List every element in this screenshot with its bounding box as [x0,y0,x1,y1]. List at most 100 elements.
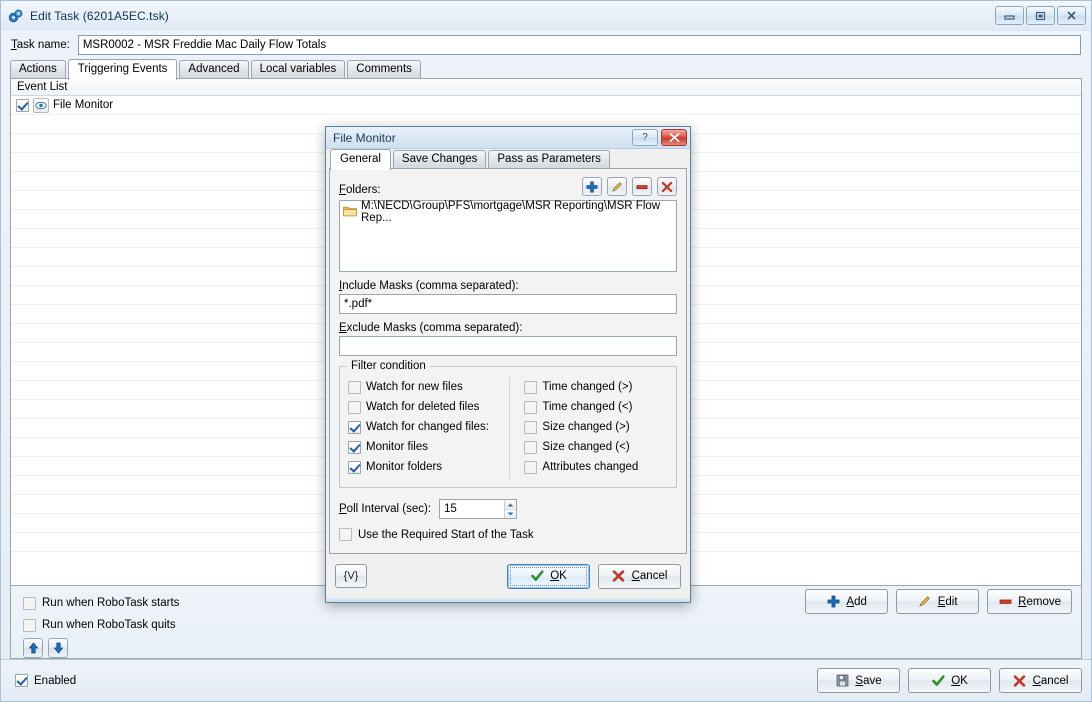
arrow-up-icon[interactable] [23,638,43,658]
filter-watch-deleted-files[interactable]: Watch for deleted files [348,397,509,417]
event-list-header: Event List [11,79,1081,96]
dialog-tab-general[interactable]: General [330,149,391,170]
time-changed-gt-checkbox[interactable] [524,380,538,394]
dialog-ok-label: OK [550,570,567,582]
run-when-quits-checkbox[interactable] [23,618,36,632]
arrow-down-icon[interactable] [48,638,68,658]
poll-interval-stepper[interactable] [439,499,518,519]
filter-attributes-changed[interactable]: Attributes changed [524,457,668,477]
window-title: Edit Task (6201A5EC.tsk) [30,9,169,23]
dialog-tab-save-changes[interactable]: Save Changes [392,150,487,168]
required-start-row[interactable]: Use the Required Start of the Task [339,528,677,541]
event-enabled-checkbox[interactable] [16,98,29,112]
include-masks-label: Include Masks (comma separated): [339,280,519,292]
add-button-label: Add [846,595,867,608]
cross-icon [612,569,626,583]
poll-interval-input[interactable] [440,500,504,518]
dialog-title: File Monitor [333,130,396,145]
size-changed-gt-checkbox[interactable] [524,420,538,434]
enabled-row[interactable]: Enabled [15,674,76,687]
remove-button[interactable]: Remove [987,589,1072,614]
dialog-tab-pass-as-parameters[interactable]: Pass as Parameters [488,150,610,168]
required-start-checkbox[interactable] [339,528,352,541]
enabled-checkbox[interactable] [15,674,28,687]
poll-interval-arrows [503,500,517,518]
save-button-label: Save [855,674,882,687]
filter-time-changed-lt[interactable]: Time changed (<) [524,397,668,417]
edit-button[interactable]: Edit [896,589,980,614]
remove-button-label: Remove [1018,595,1061,608]
add-button[interactable]: Add [805,589,889,614]
filter-size-changed-gt[interactable]: Size changed (>) [524,417,668,437]
watch-new-files-checkbox[interactable] [348,380,361,394]
save-button[interactable]: Save [817,668,900,693]
help-icon[interactable]: ? [632,129,658,146]
cancel-button[interactable]: Cancel [999,668,1082,693]
dialog-ok-button[interactable]: OK [507,563,590,589]
cancel-button-label: Cancel [1032,674,1069,687]
filter-monitor-folders[interactable]: Monitor folders [348,457,509,477]
monitor-folders-label: Monitor folders [366,461,443,473]
tab-actions[interactable]: Actions [10,60,66,78]
ok-button[interactable]: OK [908,668,991,693]
task-name-row: Task name: [1,31,1091,59]
tab-advanced[interactable]: Advanced [179,60,249,78]
run-when-starts-checkbox[interactable] [23,596,36,610]
monitor-files-checkbox[interactable] [348,440,361,454]
dialog-general-panel: Folders: M:\NECD\Group\PFS\mortgage\MSR … [329,168,687,554]
poll-decrement-icon[interactable] [504,509,517,518]
time-changed-lt-checkbox[interactable] [524,400,538,414]
include-masks-input[interactable] [339,294,677,314]
watch-changed-files-checkbox[interactable] [348,420,361,434]
filter-condition-group: Filter condition Watch for new files Wat… [339,360,677,488]
filter-monitor-files[interactable]: Monitor files [348,437,509,457]
edit-button-label: Edit [937,595,958,608]
cross-icon [1013,674,1027,688]
dialog-cancel-button[interactable]: Cancel [598,563,681,589]
filter-right-column: Time changed (>) Time changed (<) Size c… [509,377,668,479]
window-controls [995,6,1086,25]
filter-left-column: Watch for new files Watch for deleted fi… [348,377,509,479]
tab-comments[interactable]: Comments [347,60,421,78]
size-changed-lt-checkbox[interactable] [524,440,538,454]
tab-triggering-events[interactable]: Triggering Events [67,59,178,80]
folder-path: M:\NECD\Group\PFS\mortgage\MSR Reporting… [361,200,661,224]
watch-deleted-files-checkbox[interactable] [348,400,361,414]
check-icon [931,674,945,688]
folder-icon [343,205,357,220]
event-action-buttons: Add Edit Remove [805,589,1072,614]
exclude-masks-input[interactable] [339,336,677,356]
filter-size-changed-lt[interactable]: Size changed (<) [524,437,668,457]
filter-watch-new-files[interactable]: Watch for new files [348,377,509,397]
tab-local-variables[interactable]: Local variables [250,60,346,78]
minus-icon [998,595,1012,609]
time-changed-gt-label: Time changed (>) [542,381,633,393]
minimize-icon[interactable] [995,6,1024,25]
task-name-input[interactable] [77,35,1081,55]
size-changed-gt-label: Size changed (>) [542,421,630,433]
filter-time-changed-gt[interactable]: Time changed (>) [524,377,668,397]
remove-folder-button[interactable] [632,177,652,196]
edit-folder-button[interactable] [607,177,627,196]
folders-listbox[interactable]: M:\NECD\Group\PFS\mortgage\MSR Reporting… [339,200,677,272]
filter-watch-changed-files[interactable]: Watch for changed files: [348,417,509,437]
main-tabstrip: Actions Triggering Events Advanced Local… [1,59,1091,80]
dialog-tabstrip: General Save Changes Pass as Parameters [326,149,690,170]
restore-icon[interactable] [1026,6,1055,25]
watch-new-files-label: Watch for new files [366,381,463,393]
run-when-starts-label: Run when RoboTask starts [42,597,180,609]
run-when-quits-row[interactable]: Run when RoboTask quits [23,614,1081,636]
dialog-footer: {V} OK Cancel [326,554,690,598]
title-bar: Edit Task (6201A5EC.tsk) [1,1,1091,31]
add-folder-button[interactable] [582,177,602,196]
poll-increment-icon[interactable] [504,500,517,509]
monitor-folders-checkbox[interactable] [348,460,361,474]
close-icon[interactable] [1057,6,1086,25]
insert-variable-button[interactable]: {V} [335,564,367,588]
folder-list-item[interactable]: M:\NECD\Group\PFS\mortgage\MSR Reporting… [343,200,673,224]
dialog-title-buttons: ? [632,129,687,146]
clear-folders-button[interactable] [657,177,677,196]
attributes-changed-checkbox[interactable] [524,460,538,474]
event-list-item-file-monitor[interactable]: File Monitor [11,96,1081,115]
dialog-close-icon[interactable] [661,129,687,146]
